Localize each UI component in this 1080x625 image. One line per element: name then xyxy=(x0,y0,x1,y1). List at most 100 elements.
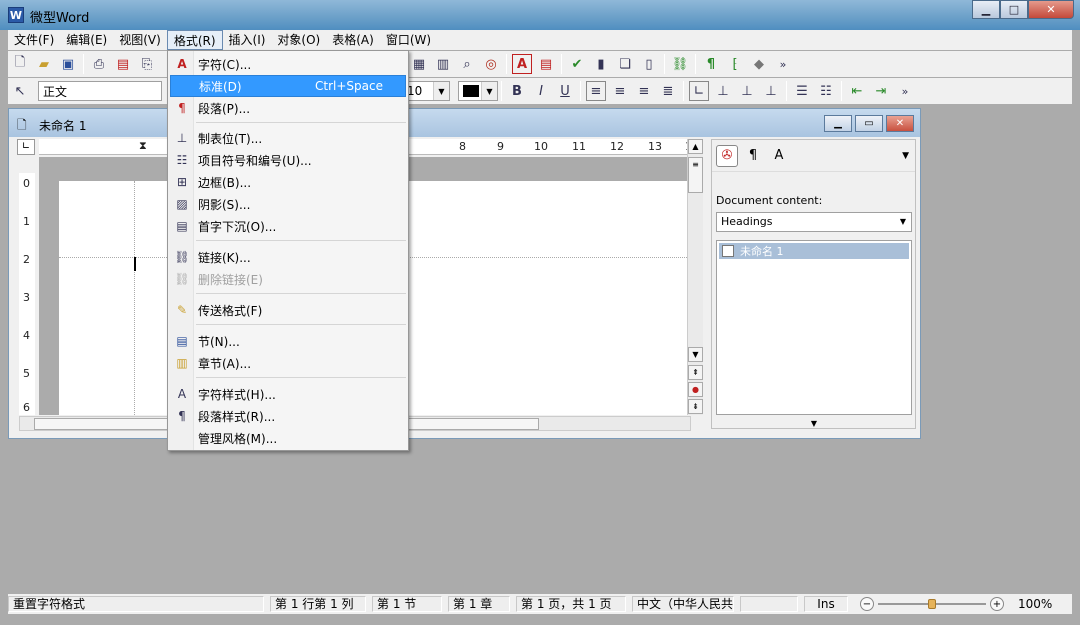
maximize-button[interactable]: □ xyxy=(1000,0,1028,19)
chart-icon[interactable]: ▮ xyxy=(591,54,611,74)
print-icon[interactable]: ⎙ xyxy=(89,54,109,74)
doc-close-button[interactable]: ✕ xyxy=(886,115,914,132)
vertical-scrollbar[interactable]: ▲ ≡ ▼ ⇞ ● ⇟ xyxy=(687,139,703,415)
content-type-select[interactable]: Headings ▼ xyxy=(716,212,912,232)
italic-icon[interactable]: I xyxy=(531,81,551,101)
columns-icon[interactable]: ▥ xyxy=(433,54,453,74)
menu-item-borders[interactable]: ⊞ 边框(B)... xyxy=(170,171,406,193)
toolbar-separator xyxy=(501,81,502,101)
spellcheck-icon[interactable]: ✔ xyxy=(567,54,587,74)
export-pdf-icon[interactable]: ▤ xyxy=(113,54,133,74)
save-icon[interactable]: ▣ xyxy=(58,54,78,74)
more-chevron-icon[interactable]: » xyxy=(773,54,793,74)
link-icon[interactable]: ⛓ xyxy=(670,54,690,74)
scroll-thumb[interactable]: ≡ xyxy=(688,157,703,193)
minimize-button[interactable]: ▁ xyxy=(972,0,1000,19)
doc-restore-button[interactable]: ▭ xyxy=(855,115,883,132)
zoom-icon[interactable]: ◎ xyxy=(481,54,501,74)
table-grid-icon[interactable]: ▦ xyxy=(409,54,429,74)
menu-view[interactable]: 视图(V) xyxy=(113,30,167,50)
menu-item-tabs[interactable]: ⊥ 制表位(T)... xyxy=(170,127,406,149)
object-icon[interactable]: ◆ xyxy=(749,54,769,74)
paragraph-mark-icon[interactable]: ¶ xyxy=(701,54,721,74)
numbered-list-icon[interactable]: ☷ xyxy=(816,81,836,101)
menu-item-para-style[interactable]: ¶ 段落样式(R)... xyxy=(170,405,406,427)
borders-icon: ⊞ xyxy=(176,175,188,189)
text-color-select[interactable]: ▼ xyxy=(458,81,498,101)
menu-edit[interactable]: 编辑(E) xyxy=(60,30,113,50)
navigator-compass-icon[interactable]: ✇ xyxy=(716,144,738,167)
menu-item-bullets[interactable]: ☷ 项目符号和编号(U)... xyxy=(170,149,406,171)
panel-menu-chevron-icon[interactable]: ▼ xyxy=(902,151,909,161)
close-button[interactable]: ✕ xyxy=(1028,0,1074,19)
menu-item-paragraph[interactable]: ¶ 段落(P)... xyxy=(170,97,406,119)
align-left-icon[interactable]: ≡ xyxy=(586,81,606,101)
menu-item-chapter[interactable]: ▥ 章节(A)... xyxy=(170,352,406,374)
zoom-control: − + 100% xyxy=(860,597,1052,611)
menu-item-drop-cap[interactable]: ▤ 首字下沉(O)... xyxy=(170,215,406,237)
justify-icon[interactable]: ≣ xyxy=(658,81,678,101)
zoom-slider-knob[interactable] xyxy=(928,599,936,609)
tree-item-checkbox[interactable] xyxy=(722,245,734,257)
frame-icon[interactable]: ▯ xyxy=(639,54,659,74)
tab-stop-selector[interactable]: ∟ xyxy=(17,139,35,155)
prev-page-icon[interactable]: ⇞ xyxy=(688,365,703,380)
menu-window[interactable]: 窗口(W) xyxy=(380,30,437,50)
menu-item-link[interactable]: ⛓ 链接(K)... xyxy=(170,246,406,268)
zoom-in-icon[interactable]: + xyxy=(990,597,1004,611)
menu-item-shading[interactable]: ▨ 阴影(S)... xyxy=(170,193,406,215)
next-page-icon[interactable]: ⇟ xyxy=(688,399,703,414)
status-insert-mode[interactable]: Ins xyxy=(804,596,848,612)
menu-item-section[interactable]: ▤ 节(N)... xyxy=(170,330,406,352)
menu-item-remove-link: ⛓ 删除链接(E) xyxy=(170,268,406,290)
align-right-icon[interactable]: ≡ xyxy=(634,81,654,101)
tab-right-icon[interactable]: ⊥ xyxy=(737,81,757,101)
menu-separator xyxy=(196,293,406,294)
scroll-down-icon[interactable]: ▼ xyxy=(688,347,703,362)
character-styles-icon[interactable]: A xyxy=(768,145,790,167)
paragraph-style-select[interactable]: 正文 xyxy=(38,81,162,101)
menu-item-char-style[interactable]: A 字符样式(H)... xyxy=(170,383,406,405)
find-icon[interactable]: ⌕ xyxy=(457,54,477,74)
panel-collapse-chevron-icon[interactable]: ▼ xyxy=(716,420,912,428)
menu-item-format-painter[interactable]: ✎ 传送格式(F) xyxy=(170,299,406,321)
tab-center-icon[interactable]: ⊥ xyxy=(713,81,733,101)
bold-icon[interactable]: B xyxy=(507,81,527,101)
doc-minimize-button[interactable]: ▁ xyxy=(824,115,852,132)
menu-file[interactable]: 文件(F) xyxy=(8,30,60,50)
decrease-indent-icon[interactable]: ⇤ xyxy=(847,81,867,101)
menu-item-character[interactable]: A 字符(C)... xyxy=(170,53,406,75)
increase-indent-icon[interactable]: ⇥ xyxy=(871,81,891,101)
bullet-list-icon[interactable]: ☰ xyxy=(792,81,812,101)
menu-separator xyxy=(196,377,406,378)
menu-insert[interactable]: 插入(I) xyxy=(223,30,272,50)
select-pointer-icon[interactable]: ↖ xyxy=(10,81,30,101)
zoom-slider[interactable] xyxy=(878,599,986,609)
tree-item[interactable]: 未命名 1 xyxy=(719,243,909,259)
paragraph-styles-icon[interactable]: ¶ xyxy=(742,145,764,167)
more-chevron-icon[interactable]: » xyxy=(895,81,915,101)
menu-item-default[interactable]: 标准(D) Ctrl+Space xyxy=(170,75,406,97)
underline-icon[interactable]: U xyxy=(555,81,575,101)
tab-left-icon[interactable]: ∟ xyxy=(689,81,709,101)
browse-object-icon[interactable]: ● xyxy=(688,382,703,397)
menu-object[interactable]: 对象(O) xyxy=(271,30,326,50)
zoom-out-icon[interactable]: − xyxy=(860,597,874,611)
tab-decimal-icon[interactable]: ⊥ xyxy=(761,81,781,101)
highlight-icon[interactable]: ▤ xyxy=(536,54,556,74)
scroll-up-icon[interactable]: ▲ xyxy=(688,139,703,154)
new-document-icon[interactable]: 🗋 xyxy=(10,54,30,74)
align-center-icon[interactable]: ≡ xyxy=(610,81,630,101)
print-preview-icon[interactable]: ⎘ xyxy=(137,54,157,74)
menu-table[interactable]: 表格(A) xyxy=(326,30,380,50)
indent-marker-icon[interactable]: ⧗ xyxy=(139,139,147,153)
font-color-icon[interactable]: A xyxy=(512,54,532,74)
document-outline-tree[interactable]: 未命名 1 xyxy=(716,240,912,415)
toolbar-separator xyxy=(83,54,84,74)
menu-format[interactable]: 格式(R) xyxy=(166,30,223,50)
open-folder-icon[interactable]: ▰ xyxy=(34,54,54,74)
menu-item-manage-styles[interactable]: 管理风格(M)... xyxy=(170,427,406,449)
copy-format-icon[interactable]: ❏ xyxy=(615,54,635,74)
font-size-select[interactable]: 10 ▼ xyxy=(402,81,450,101)
field-icon[interactable]: ⁅ xyxy=(725,54,745,74)
